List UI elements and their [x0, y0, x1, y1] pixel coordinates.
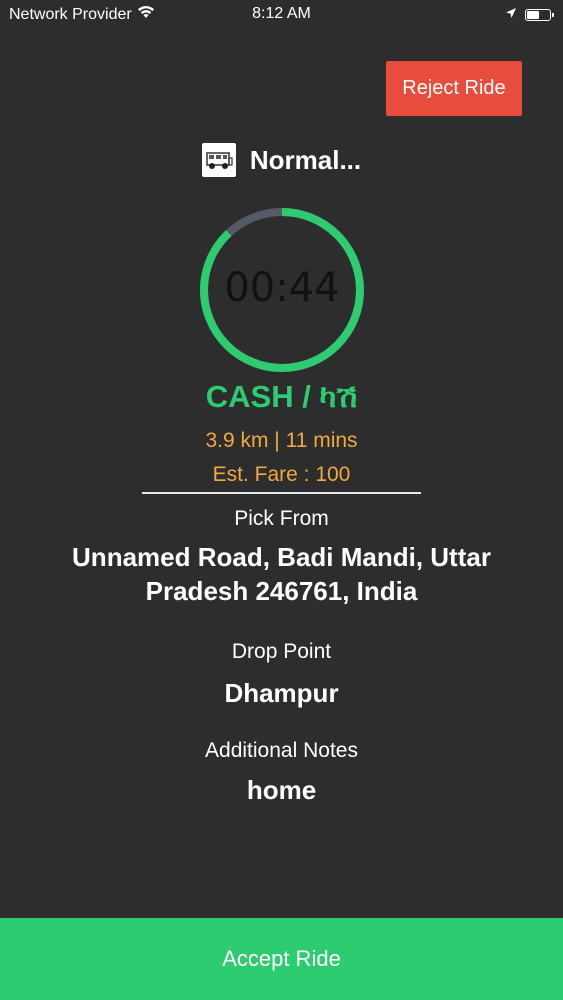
divider — [142, 492, 421, 494]
notes-value: home — [246, 775, 317, 805]
ride-request-screen: Network Provider 8:12 AM Reject Ride Nor… — [0, 0, 563, 1000]
vehicle-name: Normal... — [249, 144, 362, 175]
distance-time: 3.9 km | 11 mins — [205, 429, 358, 452]
pickup-label: Pick From — [234, 507, 329, 530]
car-icon — [201, 143, 236, 177]
drop-address: Dhampur — [224, 678, 339, 708]
drop-label: Drop Point — [231, 640, 332, 663]
status-right — [505, 6, 554, 24]
status-bar: Network Provider 8:12 AM — [0, 0, 563, 30]
payment-method: CASH / ካሽ — [205, 379, 358, 414]
pickup-address: Unnamed Road, Badi Mandi, Uttar Pradesh … — [72, 542, 491, 606]
estimated-fare: Est. Fare : 100 — [212, 463, 351, 486]
location-arrow-icon — [505, 6, 517, 24]
status-time: 8:12 AM — [252, 5, 311, 22]
accept-ride-button[interactable]: Accept Ride — [0, 918, 563, 1000]
notes-label: Additional Notes — [205, 739, 358, 762]
timer-value: 00:44 — [224, 265, 340, 311]
battery-level — [527, 11, 539, 19]
reject-ride-button[interactable]: Reject Ride — [386, 61, 522, 116]
vehicle-row: Normal... — [0, 143, 563, 177]
countdown-timer: 00:44 — [199, 207, 365, 373]
battery-icon — [525, 9, 554, 21]
